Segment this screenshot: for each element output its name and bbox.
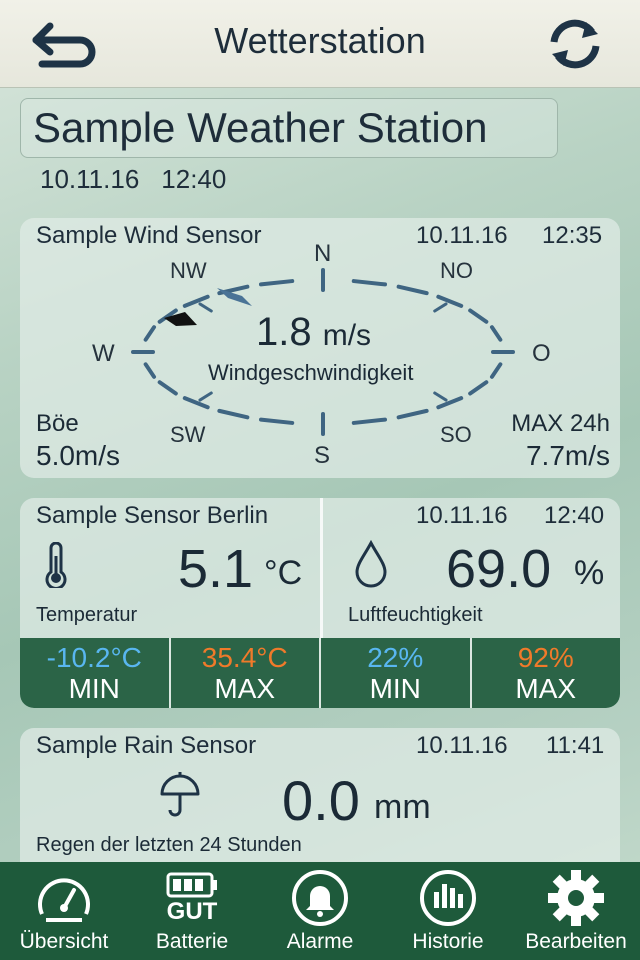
compass-label-ne: NO [440,258,473,283]
humidity-unit: % [574,554,605,592]
humidity-label: Luftfeuchtigkeit [348,604,483,626]
compass-tick [396,408,429,420]
compass-tick [436,294,464,308]
wind-speed-label: Windgeschwindigkeit [208,360,414,385]
compass-inner-tick [198,302,213,313]
tab-alarms-label: Alarme [286,930,354,953]
compass-tick [182,294,210,308]
climate-sensor-time: 12:40 [544,502,605,529]
temperature-unit: °C [264,554,303,592]
temperature-max-cell: 35.4°C MAX [170,638,321,708]
temperature-max-value: 35.4°C [201,642,288,673]
compass-inner-tick [433,391,448,402]
tab-overview[interactable]: Übersicht [0,862,128,960]
compass-tick [396,284,429,296]
compass-tick [143,325,157,342]
tab-battery-label: Batterie [155,930,229,953]
compass-label-nw: NW [170,258,207,283]
rain-unit: mm [374,788,431,826]
compass-tick [217,408,250,420]
refresh-icon[interactable] [542,16,608,72]
station-time: 12:40 [161,164,227,194]
tab-history[interactable]: Historie [384,862,512,960]
compass-label-w: W [92,340,115,367]
tab-alarms[interactable]: Alarme [256,862,384,960]
compass-label-s: S [314,442,331,469]
wind-speed-unit: m/s [322,319,372,352]
bell-icon [292,870,348,926]
station-name-field[interactable]: Sample Weather Station [20,98,558,158]
climate-sensor-title: Sample Sensor Berlin [36,502,269,529]
tab-bar: Übersicht GUT Batterie Alarme Historie B… [0,862,640,960]
tab-overview-label: Übersicht [19,930,109,953]
min-max-row: -10.2°C MIN 35.4°C MAX 22% MIN 92% MAX [20,638,620,708]
climate-sensor-card[interactable]: Sample Sensor Berlin 10.11.16 12:40 5.1 … [20,498,620,708]
humidity-drop-icon [355,540,387,588]
max-24h-label: MAX 24h [511,410,610,437]
humidity-min-cell: 22% MIN [321,638,472,708]
compass-tick [182,396,210,410]
top-bar: Wetterstation [0,0,640,88]
compass-label-e: O [532,340,551,367]
compass-tick [468,380,489,396]
humidity-min-label: MIN [369,673,421,704]
tab-edit[interactable]: Bearbeiten [512,862,640,960]
compass-label-se: SO [440,422,472,447]
compass-tick [351,279,388,287]
humidity-min-value: 22% [367,642,424,673]
battery-status-badge: GUT [166,898,218,925]
tab-edit-label: Bearbeiten [525,930,627,953]
compass-inner-tick [198,391,213,402]
compass-label-n: N [314,240,332,267]
tab-battery[interactable]: GUT Batterie [128,862,256,960]
speedometer-icon [38,878,90,922]
compass-tick [468,308,489,324]
rain-sensor-title: Sample Rain Sensor [36,732,257,759]
gear-icon [548,870,604,926]
temperature-max-label: MAX [214,673,276,704]
compass-inner-tick [433,302,448,313]
umbrella-icon [160,772,200,817]
max-24h-value: 7.7m/s [525,440,610,471]
compass-label-sw: SW [170,422,206,447]
rain-label: Regen der letzten 24 Stunden [36,834,302,856]
compass-tick [489,362,503,379]
thermometer-icon [45,542,67,588]
history-icon [420,870,476,926]
temperature-min-cell: -10.2°C MIN [20,638,171,708]
compass-tick [489,325,503,342]
humidity-value: 69.0 [446,539,552,599]
humidity-max-value: 92% [517,642,574,673]
wind-sensor-card[interactable]: Sample Wind Sensor 10.11.16 12:35 N NO O… [20,218,620,478]
compass-tick [143,362,157,379]
compass-tick [157,380,178,396]
gust-label: Böe [36,410,79,437]
temperature-min-value: -10.2°C [46,642,142,673]
rain-sensor-date: 10.11.16 [416,732,508,759]
card-divider [320,498,323,638]
compass-tick [436,396,464,410]
climate-sensor-date: 10.11.16 [416,502,508,529]
compass-tick [258,417,295,425]
compass-tick [258,279,295,287]
station-timestamp: 10.11.16 12:40 [40,164,248,195]
gust-value: 5.0m/s [36,440,121,471]
wind-speed-value: 1.8 [256,310,312,354]
temperature-min-label: MIN [68,673,120,704]
temperature-value: 5.1 [178,539,254,599]
temperature-label: Temperatur [36,604,138,626]
rain-value: 0.0 [282,769,360,832]
station-date: 10.11.16 [40,164,140,194]
tab-history-label: Historie [412,930,484,953]
compass-tick [351,417,388,425]
rain-sensor-card[interactable]: Sample Rain Sensor 10.11.16 11:41 0.0 mm… [20,728,620,878]
humidity-max-label: MAX [515,673,577,704]
humidity-max-cell: 92% MAX [471,638,620,708]
rain-sensor-time: 11:41 [546,732,605,759]
wind-speed: 1.8 m/s [256,310,371,355]
